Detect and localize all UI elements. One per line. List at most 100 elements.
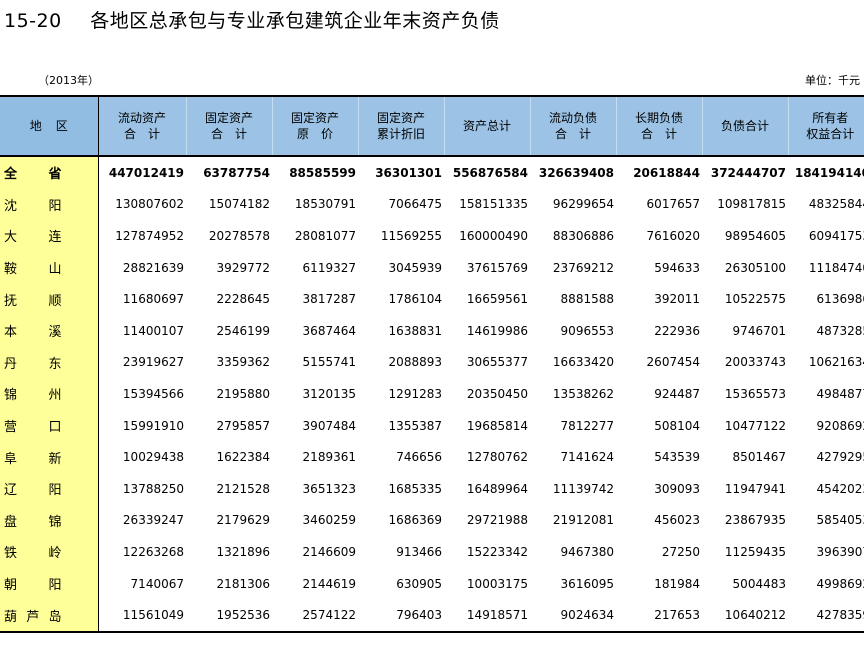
value-cell: 3651323 [302,481,356,496]
region-cell: 葫芦岛 [0,599,99,633]
column-header: 负债合计 [701,95,788,157]
region-cell: 锦州 [0,378,99,410]
value-cell: 26339247 [122,513,184,528]
value-cell: 11680697 [122,292,184,307]
value-cell: 217653 [616,599,702,633]
value-cell: 27250 [661,544,700,559]
value-cell: 10003175 [466,576,528,591]
value-cell: 3045939 [388,260,442,275]
table-title: 各地区总承包与专业承包建筑企业年末资产负债 [90,10,500,32]
value-cell: 1686369 [388,513,442,528]
table-body: 全省 447012419 63787754 88585599 36301301 55687… [0,156,864,633]
table-row: 铁岭 12263268 1321896 2146609 913466 15223342 94… [0,536,864,568]
value-cell: 543539 [654,450,700,465]
table-row: 鞍山 28821639 3929772 6119327 3045939 37615769 2… [0,251,864,284]
value-cell: 3359362 [216,355,270,370]
value-cell: 9746701 [732,323,786,338]
region-cell: 阜新 [0,441,99,473]
value-cell: 508104 [654,418,700,433]
table-row: 营口 15991910 2795857 3907484 1355387 19685814 7… [0,409,864,442]
value-cell: 4873285 [816,323,864,338]
value-cell: 15991910 [122,418,184,433]
value-cell: 127874952 [115,228,184,243]
value-cell: 11139742 [552,481,614,496]
value-cell: 98954605 [724,228,786,243]
value-cell: 11184740 [808,260,864,275]
value-cell: 88585599 [289,165,356,180]
value-cell: 20350450 [466,386,528,401]
value-cell: 16633420 [552,355,614,370]
value-cell: 924487 [654,386,700,401]
value-cell: 26305100 [724,260,786,275]
value-cell: 392011 [654,292,700,307]
value-cell: 130807602 [115,197,184,212]
value-cell: 796403 [358,599,444,633]
value-cell: 12263268 [122,544,184,559]
region-cell: 营口 [0,409,99,442]
value-cell: 13788250 [122,481,184,496]
value-cell: 160000490 [459,228,528,243]
value-cell: 19685814 [466,418,528,433]
region-cell: 沈阳 [0,188,99,221]
value-cell: 10640212 [702,599,788,633]
value-cell: 13538262 [552,386,614,401]
value-cell: 6119327 [302,260,356,275]
value-cell: 15074182 [208,197,270,212]
table-row: 葫芦岛 11561049 1952536 2574122 796403 14918571 9… [0,599,864,633]
column-header: 地区 [0,95,99,157]
table-row: 朝阳 7140067 2181306 2144619 630905 10003175 361… [0,567,864,600]
region-cell: 全省 [0,156,99,189]
value-cell: 48325844 [808,197,864,212]
value-cell: 222936 [654,323,700,338]
value-cell: 2146609 [302,544,356,559]
value-cell: 9208692 [816,418,864,433]
column-header: 固定资产 合 计 [185,95,272,157]
value-cell: 630905 [396,576,442,591]
value-cell: 3687464 [302,323,356,338]
value-cell: 4278359 [788,599,864,633]
value-cell: 6136986 [816,292,864,307]
value-cell: 20278578 [208,228,270,243]
value-cell: 3460259 [302,513,356,528]
value-cell: 5155741 [302,355,356,370]
value-cell: 2189361 [302,450,356,465]
table-row: 锦州 15394566 2195880 3120135 1291283 20350450 1… [0,378,864,410]
value-cell: 14619986 [466,323,528,338]
region-cell: 朝阳 [0,567,99,600]
table-row: 丹东 23919627 3359362 5155741 2088893 30655377 1… [0,346,864,379]
value-cell: 11400107 [122,323,184,338]
value-cell: 309093 [654,481,700,496]
value-cell: 456023 [654,513,700,528]
value-cell: 11569255 [380,228,442,243]
value-cell: 10522575 [724,292,786,307]
region-cell: 铁岭 [0,536,99,568]
value-cell: 28821639 [122,260,184,275]
value-cell: 18530791 [294,197,356,212]
value-cell: 7066475 [388,197,442,212]
column-header: 长期负债 合 计 [615,95,702,157]
value-cell: 11947941 [724,481,786,496]
value-cell: 3616095 [560,576,614,591]
value-cell: 9024634 [530,599,616,633]
column-header: 流动负债 合 计 [529,95,616,157]
table-row: 盘锦 26339247 2179629 3460259 1686369 29721988 2… [0,504,864,537]
table-row: 抚顺 11680697 2228645 3817287 1786104 16659561 8… [0,283,864,315]
table-row: 本溪 11400107 2546199 3687464 1638831 14619986 9… [0,314,864,347]
region-cell: 本溪 [0,314,99,347]
value-cell: 29721988 [466,513,528,528]
value-cell: 3120135 [302,386,356,401]
column-header: 资产总计 [443,95,530,157]
value-cell: 2574122 [272,599,358,633]
value-cell: 2088893 [388,355,442,370]
table-row: 阜新 10029438 1622384 2189361 746656 12780762 71… [0,441,864,473]
value-cell: 2121528 [216,481,270,496]
value-cell: 21912081 [552,513,614,528]
value-cell: 109817815 [717,197,786,212]
value-cell: 8501467 [732,450,786,465]
column-header: 固定资产 累计折旧 [357,95,444,157]
value-cell: 1622384 [216,450,270,465]
region-cell: 丹东 [0,346,99,379]
region-cell: 辽阳 [0,472,99,505]
value-cell: 2228645 [216,292,270,307]
value-cell: 5854053 [816,513,864,528]
